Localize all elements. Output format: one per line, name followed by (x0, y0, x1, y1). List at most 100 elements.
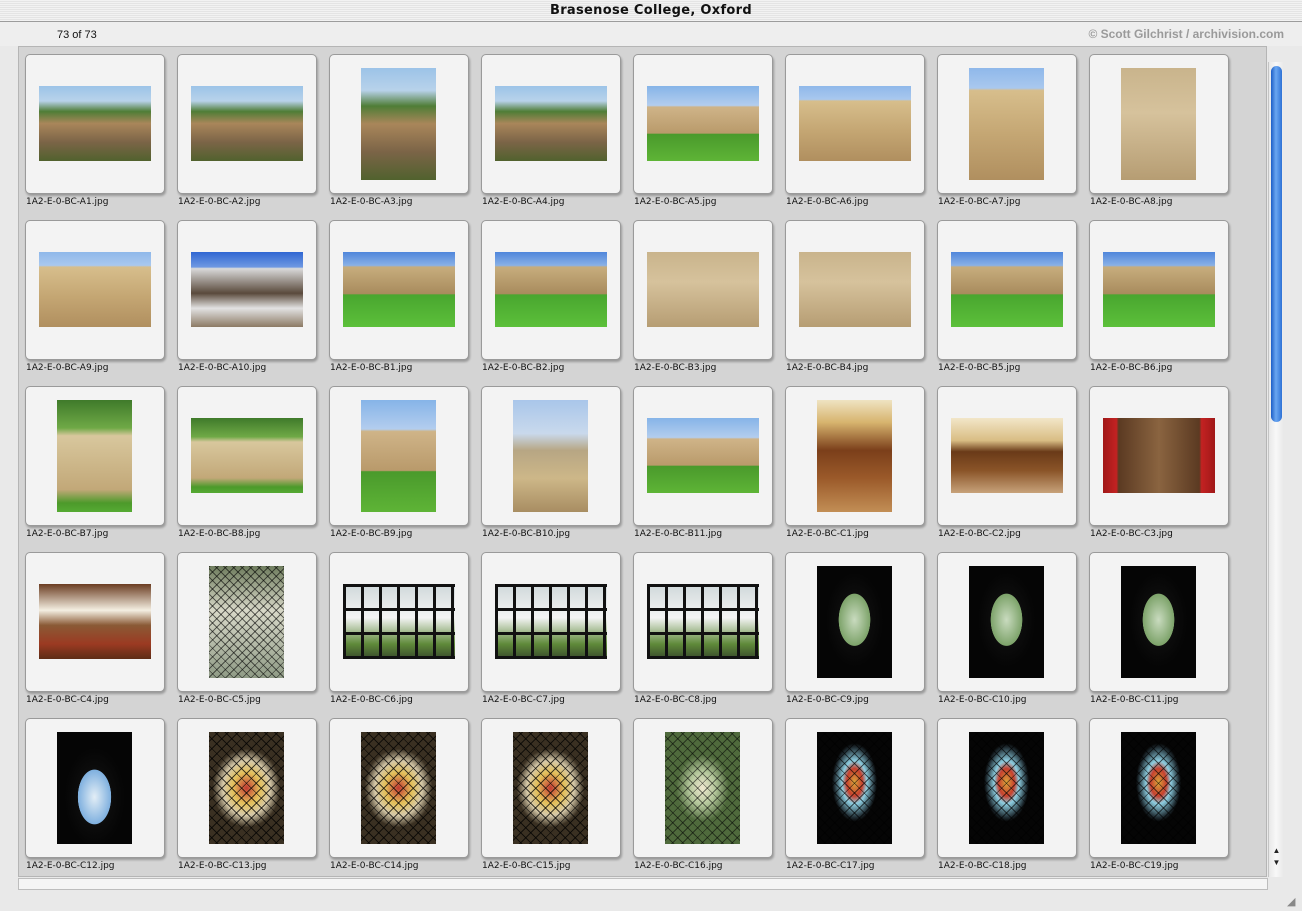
slide-mount[interactable] (329, 552, 469, 692)
slide-item[interactable]: 1A2-E-0-BC-B9.jpg (329, 386, 469, 539)
slide-mount[interactable] (25, 54, 165, 194)
facade-icon[interactable] (1121, 68, 1196, 180)
scroll-down-arrow-icon[interactable]: ▼ (1271, 858, 1282, 868)
slide-item[interactable]: 1A2-E-0-BC-A7.jpg (937, 54, 1077, 207)
slide-mount[interactable] (785, 386, 925, 526)
slide-mount[interactable] (785, 552, 925, 692)
vertical-scrollbar[interactable]: ▲ ▼ (1268, 62, 1284, 877)
slide-item[interactable]: 1A2-E-0-BC-C9.jpg (785, 552, 925, 705)
quadrangle-icon[interactable] (1103, 252, 1215, 327)
slide-item[interactable]: 1A2-E-0-BC-C13.jpg (177, 718, 317, 871)
slide-item[interactable]: 1A2-E-0-BC-C7.jpg (481, 552, 621, 705)
slide-item[interactable]: 1A2-E-0-BC-A10.jpg (177, 220, 317, 373)
aerial-view-icon[interactable] (191, 86, 303, 161)
slide-item[interactable]: 1A2-E-0-BC-A5.jpg (633, 54, 773, 207)
slide-mount[interactable] (25, 718, 165, 858)
stained-glass-icon[interactable] (209, 732, 284, 844)
slide-mount[interactable] (937, 220, 1077, 360)
slide-item[interactable]: 1A2-E-0-BC-C17.jpg (785, 718, 925, 871)
quadrangle-icon[interactable] (647, 418, 759, 493)
stained-glass-icon[interactable] (513, 732, 588, 844)
slide-mount[interactable] (785, 220, 925, 360)
interior-icon[interactable] (951, 418, 1063, 493)
dome-icon[interactable] (513, 400, 588, 512)
stained-glass-icon[interactable] (969, 732, 1044, 844)
tower-icon[interactable] (361, 400, 436, 512)
slide-item[interactable]: 1A2-E-0-BC-B4.jpg (785, 220, 925, 373)
slide-mount[interactable] (937, 54, 1077, 194)
slide-mount[interactable] (1089, 220, 1229, 360)
slide-mount[interactable] (481, 718, 621, 858)
scroll-up-arrow-icon[interactable]: ▲ (1271, 846, 1282, 856)
interior-icon[interactable] (817, 400, 892, 512)
slide-mount[interactable] (329, 54, 469, 194)
slide-mount[interactable] (633, 386, 773, 526)
slide-item[interactable]: 1A2-E-0-BC-B10.jpg (481, 386, 621, 539)
stained-glass-icon[interactable] (1121, 732, 1196, 844)
slide-mount[interactable] (177, 386, 317, 526)
slide-item[interactable]: 1A2-E-0-BC-C14.jpg (329, 718, 469, 871)
slide-mount[interactable] (481, 386, 621, 526)
slide-mount[interactable] (1089, 552, 1229, 692)
slide-mount[interactable] (481, 54, 621, 194)
slide-item[interactable]: 1A2-E-0-BC-B6.jpg (1089, 220, 1229, 373)
slide-item[interactable]: 1A2-E-0-BC-C16.jpg (633, 718, 773, 871)
facade-icon[interactable] (191, 252, 303, 327)
slide-mount[interactable] (1089, 54, 1229, 194)
tower-icon[interactable] (57, 400, 132, 512)
window-icon[interactable] (495, 584, 607, 659)
slide-item[interactable]: 1A2-E-0-BC-C12.jpg (25, 718, 165, 871)
slide-item[interactable]: 1A2-E-0-BC-C11.jpg (1089, 552, 1229, 705)
horizontal-scrollbar[interactable] (18, 878, 1268, 890)
slide-item[interactable]: 1A2-E-0-BC-A4.jpg (481, 54, 621, 207)
slide-mount[interactable] (25, 386, 165, 526)
slide-item[interactable]: 1A2-E-0-BC-B8.jpg (177, 386, 317, 539)
aerial-view-icon[interactable] (361, 68, 436, 180)
quadrangle-icon[interactable] (951, 252, 1063, 327)
window-icon[interactable] (647, 584, 759, 659)
slide-mount[interactable] (633, 552, 773, 692)
slide-mount[interactable] (481, 552, 621, 692)
slide-item[interactable]: 1A2-E-0-BC-C8.jpg (633, 552, 773, 705)
slide-item[interactable]: 1A2-E-0-BC-C4.jpg (25, 552, 165, 705)
slide-item[interactable]: 1A2-E-0-BC-A9.jpg (25, 220, 165, 373)
aerial-view-icon[interactable] (495, 86, 607, 161)
stained-glass-icon[interactable] (665, 732, 740, 844)
slide-item[interactable]: 1A2-E-0-BC-C15.jpg (481, 718, 621, 871)
facade-icon[interactable] (799, 86, 911, 161)
slide-item[interactable]: 1A2-E-0-BC-A6.jpg (785, 54, 925, 207)
slide-mount[interactable] (177, 54, 317, 194)
arched-window-icon[interactable] (969, 566, 1044, 678)
slide-mount[interactable] (329, 718, 469, 858)
arched-window-icon[interactable] (57, 732, 132, 844)
slide-item[interactable]: 1A2-E-0-BC-A1.jpg (25, 54, 165, 207)
window-titlebar[interactable]: Brasenose College, Oxford (0, 0, 1302, 22)
slide-mount[interactable] (633, 54, 773, 194)
arched-window-icon[interactable] (817, 566, 892, 678)
scrollbar-thumb[interactable] (1271, 66, 1282, 422)
slide-mount[interactable] (177, 220, 317, 360)
quadrangle-icon[interactable] (495, 252, 607, 327)
slide-mount[interactable] (177, 718, 317, 858)
slide-mount[interactable] (785, 718, 925, 858)
slide-mount[interactable] (25, 552, 165, 692)
stained-glass-icon[interactable] (817, 732, 892, 844)
gable-icon[interactable] (191, 418, 303, 493)
window-icon[interactable] (799, 252, 911, 327)
slide-mount[interactable] (633, 220, 773, 360)
slide-item[interactable]: 1A2-E-0-BC-B11.jpg (633, 386, 773, 539)
stained-glass-icon[interactable] (361, 732, 436, 844)
facade-icon[interactable] (969, 68, 1044, 180)
slide-mount[interactable] (25, 220, 165, 360)
slide-mount[interactable] (481, 220, 621, 360)
aerial-view-icon[interactable] (39, 86, 151, 161)
slide-item[interactable]: 1A2-E-0-BC-A3.jpg (329, 54, 469, 207)
slide-item[interactable]: 1A2-E-0-BC-A8.jpg (1089, 54, 1229, 207)
slide-mount[interactable] (1089, 718, 1229, 858)
slide-mount[interactable] (633, 718, 773, 858)
slide-item[interactable]: 1A2-E-0-BC-C10.jpg (937, 552, 1077, 705)
window-icon[interactable] (209, 566, 284, 678)
interior-icon[interactable] (39, 584, 151, 659)
slide-item[interactable]: 1A2-E-0-BC-B2.jpg (481, 220, 621, 373)
slide-mount[interactable] (937, 386, 1077, 526)
